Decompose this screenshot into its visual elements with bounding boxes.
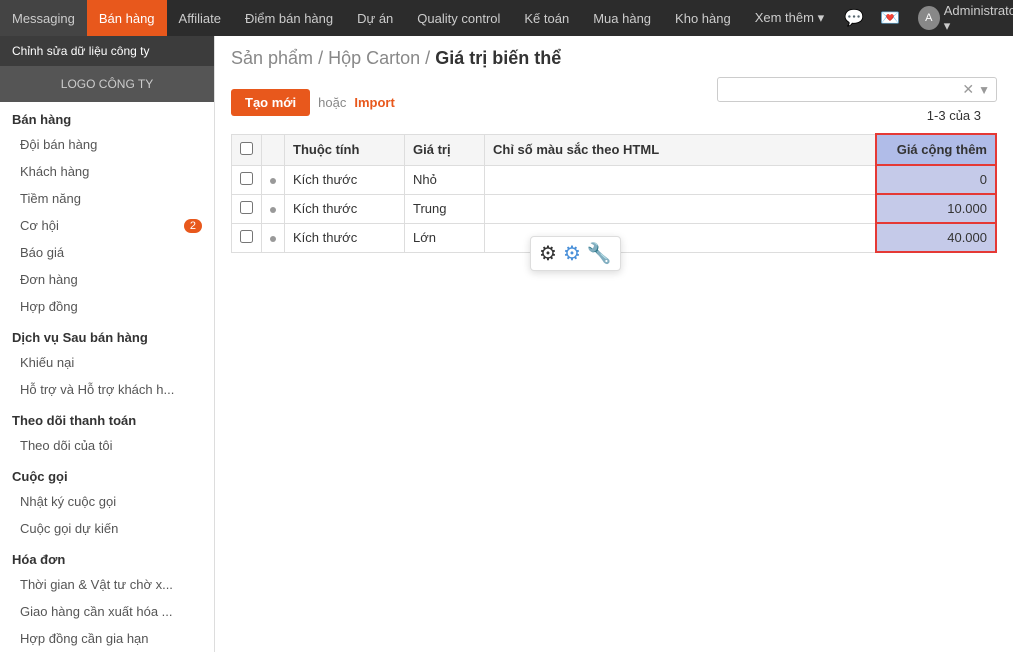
sidebar-item-giao-hang[interactable]: Giao hàng cần xuất hóa ... <box>0 598 214 625</box>
tools-icon[interactable]: 🔧 <box>587 241 612 266</box>
section-dich-vu: Dịch vụ Sau bán hàng <box>0 320 214 349</box>
table-row: Kích thước Trung 10.000 <box>232 194 997 223</box>
row2-chi-so[interactable] <box>485 194 877 223</box>
row2-check[interactable] <box>240 201 253 214</box>
nav-affiliate[interactable]: Affiliate <box>167 0 233 36</box>
dot-icon <box>270 236 276 242</box>
sidebar-item-cuoc-goi-du-kien[interactable]: Cuộc gọi dự kiến <box>0 515 214 542</box>
import-button[interactable]: Import <box>354 95 394 110</box>
nav-messaging[interactable]: Messaging <box>0 0 87 36</box>
header-checkbox <box>232 134 262 165</box>
navbar-right: 💬 💌 A Administrator ▾ <box>836 0 1013 36</box>
chat-icon[interactable]: 💬 <box>836 8 872 28</box>
row2-dot <box>262 194 285 223</box>
sidebar-item-theo-doi-cua-toi[interactable]: Theo dõi của tôi <box>0 432 214 459</box>
header-dot <box>262 134 285 165</box>
breadcrumb-part2[interactable]: Hộp Carton <box>328 48 420 68</box>
sidebar-item-bao-gia[interactable]: Báo giá <box>0 239 214 266</box>
nav-ke-toan[interactable]: Kế toán <box>512 0 581 36</box>
row2-gia-cong[interactable]: 10.000 <box>876 194 996 223</box>
row3-chi-so[interactable]: ⚙ ⚙ 🔧 <box>485 223 877 252</box>
nav-diem-ban-hang[interactable]: Điểm bán hàng <box>233 0 345 36</box>
main-content: Sản phẩm / Hộp Carton / Giá trị biến thể… <box>215 36 1013 652</box>
row1-check[interactable] <box>240 172 253 185</box>
sidebar-item-thoi-gian[interactable]: Thời gian & Vật tư chờ x... <box>0 571 214 598</box>
row3-gia-cong[interactable]: 40.000 <box>876 223 996 252</box>
row1-chi-so[interactable] <box>485 165 877 194</box>
row2-checkbox[interactable] <box>232 194 262 223</box>
header-gia-tri: Giá trị <box>405 134 485 165</box>
row1-thuoc-tinh[interactable]: Kích thước <box>285 165 405 194</box>
row3-checkbox[interactable] <box>232 223 262 252</box>
config-icon[interactable]: ⚙ <box>563 241 581 266</box>
row2-gia-tri[interactable]: Trung <box>405 194 485 223</box>
row1-dot <box>262 165 285 194</box>
row1-gia-tri[interactable]: Nhỏ <box>405 165 485 194</box>
dot-icon <box>270 178 276 184</box>
toolbar-or: hoặc <box>318 95 346 110</box>
nav-kho-hang[interactable]: Kho hàng <box>663 0 743 36</box>
sidebar-company[interactable]: Chỉnh sửa dữ liệu công ty <box>0 36 214 66</box>
row3-gia-tri[interactable]: Lớn <box>405 223 485 252</box>
co-hoi-badge: 2 <box>184 219 202 233</box>
sidebar-item-don-hang[interactable]: Đơn hàng <box>0 266 214 293</box>
user-label: Administrator ▾ <box>944 3 1013 34</box>
row3-thuoc-tinh[interactable]: Kích thước <box>285 223 405 252</box>
sidebar-item-hop-dong[interactable]: Hợp đồng <box>0 293 214 320</box>
search-clear-icon[interactable]: ✕ <box>962 81 974 98</box>
sidebar-item-khach-hang[interactable]: Khách hàng <box>0 158 214 185</box>
nav-quality-control[interactable]: Quality control <box>405 0 512 36</box>
breadcrumb: Sản phẩm / Hộp Carton / Giá trị biến thể <box>215 36 1013 77</box>
sidebar-item-doi-ban-hang[interactable]: Đội bán hàng <box>0 131 214 158</box>
table-row: Kích thước Lớn ⚙ ⚙ 🔧 40.000 <box>232 223 997 252</box>
header-gia-cong: Giá cộng thêm <box>876 134 996 165</box>
create-button[interactable]: Tạo mới <box>231 89 310 116</box>
sidebar-item-co-hoi[interactable]: Cơ hội 2 <box>0 212 214 239</box>
select-all-checkbox[interactable] <box>240 142 253 155</box>
toolbar: Tạo mới hoặc Import <box>231 89 395 116</box>
row3-dot <box>262 223 285 252</box>
sidebar-item-nhat-ky[interactable]: Nhật ký cuộc gọi <box>0 488 214 515</box>
sidebar-item-khieu-nai[interactable]: Khiếu nại <box>0 349 214 376</box>
layout: Chỉnh sửa dữ liệu công ty LOGO CÔNG TY B… <box>0 36 1013 652</box>
section-cuoc-goi: Cuộc gọi <box>0 459 214 488</box>
table-container: Thuộc tính Giá trị Chỉ số màu sắc theo H… <box>215 133 1013 253</box>
nav-mua-hang[interactable]: Mua hàng <box>581 0 663 36</box>
row3-check[interactable] <box>240 230 253 243</box>
sidebar-item-tiem-nang[interactable]: Tiềm năng <box>0 185 214 212</box>
row2-thuoc-tinh[interactable]: Kích thước <box>285 194 405 223</box>
section-ban-hang: Bán hàng <box>0 102 214 131</box>
breadcrumb-sep1: / <box>318 48 328 68</box>
breadcrumb-sep2: / <box>425 48 435 68</box>
sidebar-item-ho-tro[interactable]: Hỗ trợ và Hỗ trợ khách h... <box>0 376 214 403</box>
header-chi-so: Chỉ số màu sắc theo HTML <box>485 134 877 165</box>
avatar: A <box>918 6 940 30</box>
navbar: Messaging Bán hàng Affiliate Điểm bán hà… <box>0 0 1013 36</box>
search-bar: ✕ ▼ <box>717 77 997 102</box>
header-thuoc-tinh: Thuộc tính <box>285 134 405 165</box>
message-icon[interactable]: 💌 <box>872 8 908 28</box>
pagination-info: 1-3 của 3 <box>927 104 997 127</box>
settings-icon[interactable]: ⚙ <box>539 241 557 266</box>
search-dropdown-icon[interactable]: ▼ <box>978 83 990 97</box>
row1-gia-cong[interactable]: 0 <box>876 165 996 194</box>
data-table: Thuộc tính Giá trị Chỉ số màu sắc theo H… <box>231 133 997 253</box>
table-row: Kích thước Nhỏ 0 <box>232 165 997 194</box>
sidebar-item-hop-dong-gia-han[interactable]: Hợp đồng cần gia hạn <box>0 625 214 652</box>
context-toolbar: ⚙ ⚙ 🔧 <box>530 236 621 271</box>
sidebar: Chỉnh sửa dữ liệu công ty LOGO CÔNG TY B… <box>0 36 215 652</box>
user-menu[interactable]: A Administrator ▾ <box>908 3 1013 34</box>
nav-xem-them[interactable]: Xem thêm ▾ <box>743 0 836 36</box>
row1-checkbox[interactable] <box>232 165 262 194</box>
search-input[interactable] <box>724 82 962 97</box>
section-theo-doi: Theo dõi thanh toán <box>0 403 214 432</box>
nav-ban-hang[interactable]: Bán hàng <box>87 0 167 36</box>
section-hoa-don: Hóa đơn <box>0 542 214 571</box>
breadcrumb-part1[interactable]: Sản phẩm <box>231 48 313 68</box>
nav-du-an[interactable]: Dự án <box>345 0 405 36</box>
dot-icon <box>270 207 276 213</box>
breadcrumb-part3: Giá trị biến thể <box>435 48 561 68</box>
sidebar-logo: LOGO CÔNG TY <box>0 66 214 102</box>
